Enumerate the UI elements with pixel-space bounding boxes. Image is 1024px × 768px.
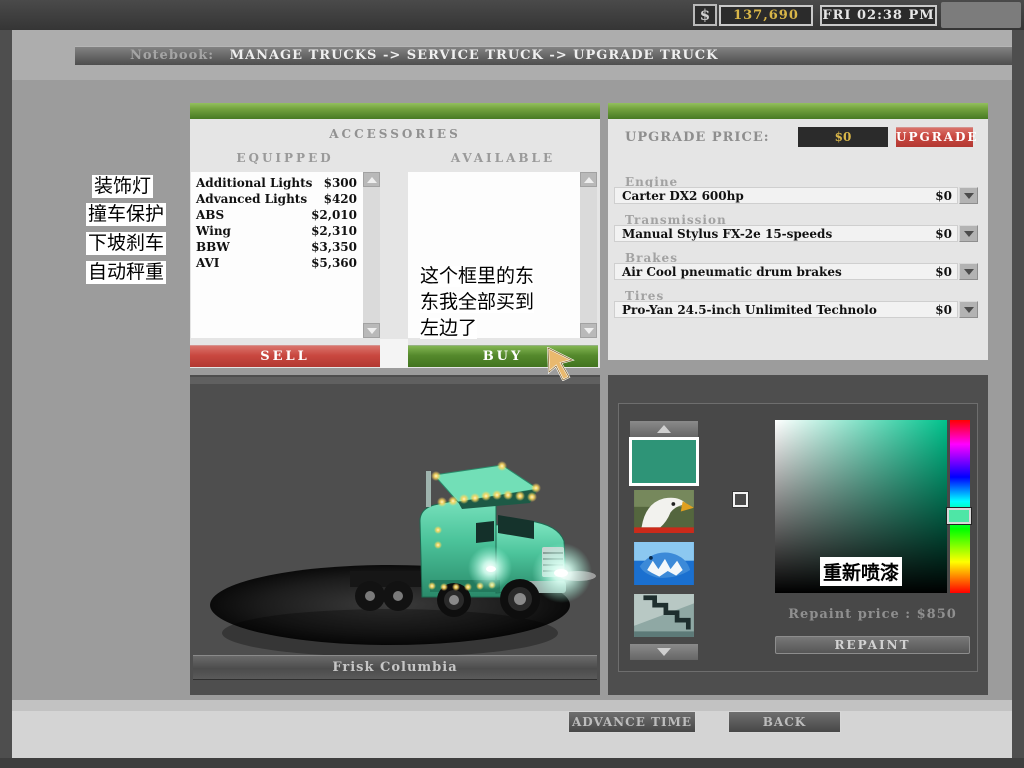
list-item[interactable]: Wing $2,310 — [191, 224, 363, 240]
available-header: AVAILABLE — [408, 151, 598, 165]
equipped-header: EQUIPPED — [190, 151, 380, 165]
swatch-scroll-down-icon[interactable] — [630, 644, 698, 660]
item-price: $5,360 — [311, 256, 357, 270]
brakes-select[interactable]: Air Cool pneumatic drum brakes $0 — [614, 263, 958, 280]
truck-panel-strip — [190, 377, 600, 384]
item-price: $3,350 — [311, 240, 357, 254]
item-name: Additional Lights — [196, 176, 312, 190]
sell-button[interactable]: SELL — [190, 345, 380, 367]
shark-swatch-image — [632, 542, 696, 585]
swatch-eagle[interactable] — [632, 490, 696, 533]
list-item[interactable]: AVI $5,360 — [191, 256, 363, 272]
engine-value: Carter DX2 600hp — [622, 188, 744, 204]
accessories-title: ACCESSORIES — [190, 127, 600, 141]
swatch-teal-solid[interactable] — [632, 440, 696, 483]
chevron-down-icon[interactable] — [959, 301, 978, 318]
swatch-metal-stairs[interactable] — [632, 594, 696, 637]
upgrade-price-value: $0 — [798, 127, 888, 147]
tires-price: $0 — [935, 302, 952, 318]
list-item[interactable]: Additional Lights $300 — [191, 176, 363, 192]
item-price: $2,010 — [311, 208, 357, 222]
brakes-price: $0 — [935, 264, 952, 280]
annotation-auto-weighing: 自动秤重 — [86, 261, 166, 284]
advance-time-button[interactable]: ADVANCE TIME — [568, 711, 696, 733]
breadcrumb-path: MANAGE TRUCKS -> SERVICE TRUCK -> UPGRAD… — [230, 48, 719, 63]
bottom-frame-bar — [0, 758, 1024, 768]
swatch-scroll-up-icon[interactable] — [630, 421, 698, 437]
color-picker-marker[interactable] — [733, 492, 748, 507]
item-price: $300 — [324, 176, 357, 190]
equipped-list[interactable]: Additional Lights $300 Advanced Lights $… — [191, 172, 380, 338]
list-item[interactable]: BBW $3,350 — [191, 240, 363, 256]
list-item[interactable]: ABS $2,010 — [191, 208, 363, 224]
tires-value: Pro-Yan 24.5-inch Unlimited Technolo — [622, 302, 877, 318]
paint-panel: 重新喷漆 Repaint price : $850 REPAINT — [608, 375, 988, 695]
breadcrumb-label: Notebook: — [130, 48, 214, 63]
equipped-scrollbar[interactable] — [363, 172, 380, 338]
item-price: $420 — [324, 192, 357, 206]
transmission-value: Manual Stylus FX-2e 15-speeds — [622, 226, 832, 242]
hue-slider-marker[interactable] — [947, 508, 971, 524]
swatch-shark[interactable] — [632, 542, 696, 585]
breadcrumb: Notebook: MANAGE TRUCKS -> SERVICE TRUCK… — [75, 46, 1012, 65]
item-name: BBW — [196, 240, 230, 254]
upgrade-header-strip — [608, 103, 988, 119]
left-frame-edge — [0, 30, 12, 758]
upgrade-price-label: UPGRADE PRICE: — [625, 130, 770, 145]
chevron-down-icon[interactable] — [959, 187, 978, 204]
scroll-down-icon[interactable] — [580, 323, 597, 338]
item-price: $2,310 — [311, 224, 357, 238]
accessories-header-strip — [190, 103, 600, 119]
chevron-down-icon[interactable] — [959, 225, 978, 242]
transmission-select[interactable]: Manual Stylus FX-2e 15-speeds $0 — [614, 225, 958, 242]
money-display: 137,690 — [719, 5, 813, 26]
back-button[interactable]: BACK — [728, 711, 841, 733]
annotation-downhill-brakes: 下坡刹车 — [86, 232, 166, 255]
engine-select[interactable]: Carter DX2 600hp $0 — [614, 187, 958, 204]
truck-image — [190, 375, 600, 695]
top-right-panel — [941, 2, 1021, 28]
accessories-panel: ACCESSORIES EQUIPPED AVAILABLE Additiona… — [190, 103, 600, 368]
available-list[interactable]: 这个框里的东东我全部买到左边了 — [408, 172, 597, 338]
repaint-button[interactable]: REPAINT — [775, 636, 970, 654]
button-gap — [380, 339, 408, 368]
truck-preview-panel: Frisk Columbia — [190, 375, 600, 695]
repaint-price: Repaint price : $850 — [775, 607, 970, 622]
hue-slider[interactable] — [950, 420, 970, 593]
dollar-icon: $ — [693, 4, 717, 26]
stairs-swatch-image — [632, 594, 696, 637]
scroll-up-icon[interactable] — [363, 172, 380, 187]
brakes-value: Air Cool pneumatic drum brakes — [622, 264, 842, 280]
scroll-down-icon[interactable] — [363, 323, 380, 338]
annotation-decorative-lights: 装饰灯 — [92, 175, 153, 198]
engine-price: $0 — [935, 188, 952, 204]
tires-select[interactable]: Pro-Yan 24.5-inch Unlimited Technolo $0 — [614, 301, 958, 318]
available-scrollbar[interactable] — [580, 172, 597, 338]
item-name: Wing — [196, 224, 231, 238]
truck-name: Frisk Columbia — [193, 655, 597, 680]
lower-band — [12, 700, 1012, 711]
transmission-price: $0 — [935, 226, 952, 242]
scroll-up-icon[interactable] — [580, 172, 597, 187]
footer-band — [12, 711, 1012, 758]
cursor-icon — [545, 347, 575, 381]
upgrade-button[interactable]: UPGRADE — [896, 127, 973, 147]
chevron-down-icon[interactable] — [959, 263, 978, 280]
list-item[interactable]: Advanced Lights $420 — [191, 192, 363, 208]
item-name: ABS — [196, 208, 224, 222]
datetime-display: FRI 02:38 PM — [820, 5, 937, 26]
upgrade-panel: UPGRADE PRICE: $0 UPGRADE Engine Carter … — [608, 103, 988, 360]
eagle-swatch-image — [632, 490, 696, 533]
available-note-annotation: 这个框里的东东我全部买到左边了 — [420, 264, 540, 342]
item-name: AVI — [196, 256, 219, 270]
right-frame-edge — [1012, 30, 1024, 758]
annotation-crash-protection: 撞车保护 — [86, 203, 166, 226]
repaint-annotation: 重新喷漆 — [820, 557, 902, 586]
item-name: Advanced Lights — [196, 192, 307, 206]
